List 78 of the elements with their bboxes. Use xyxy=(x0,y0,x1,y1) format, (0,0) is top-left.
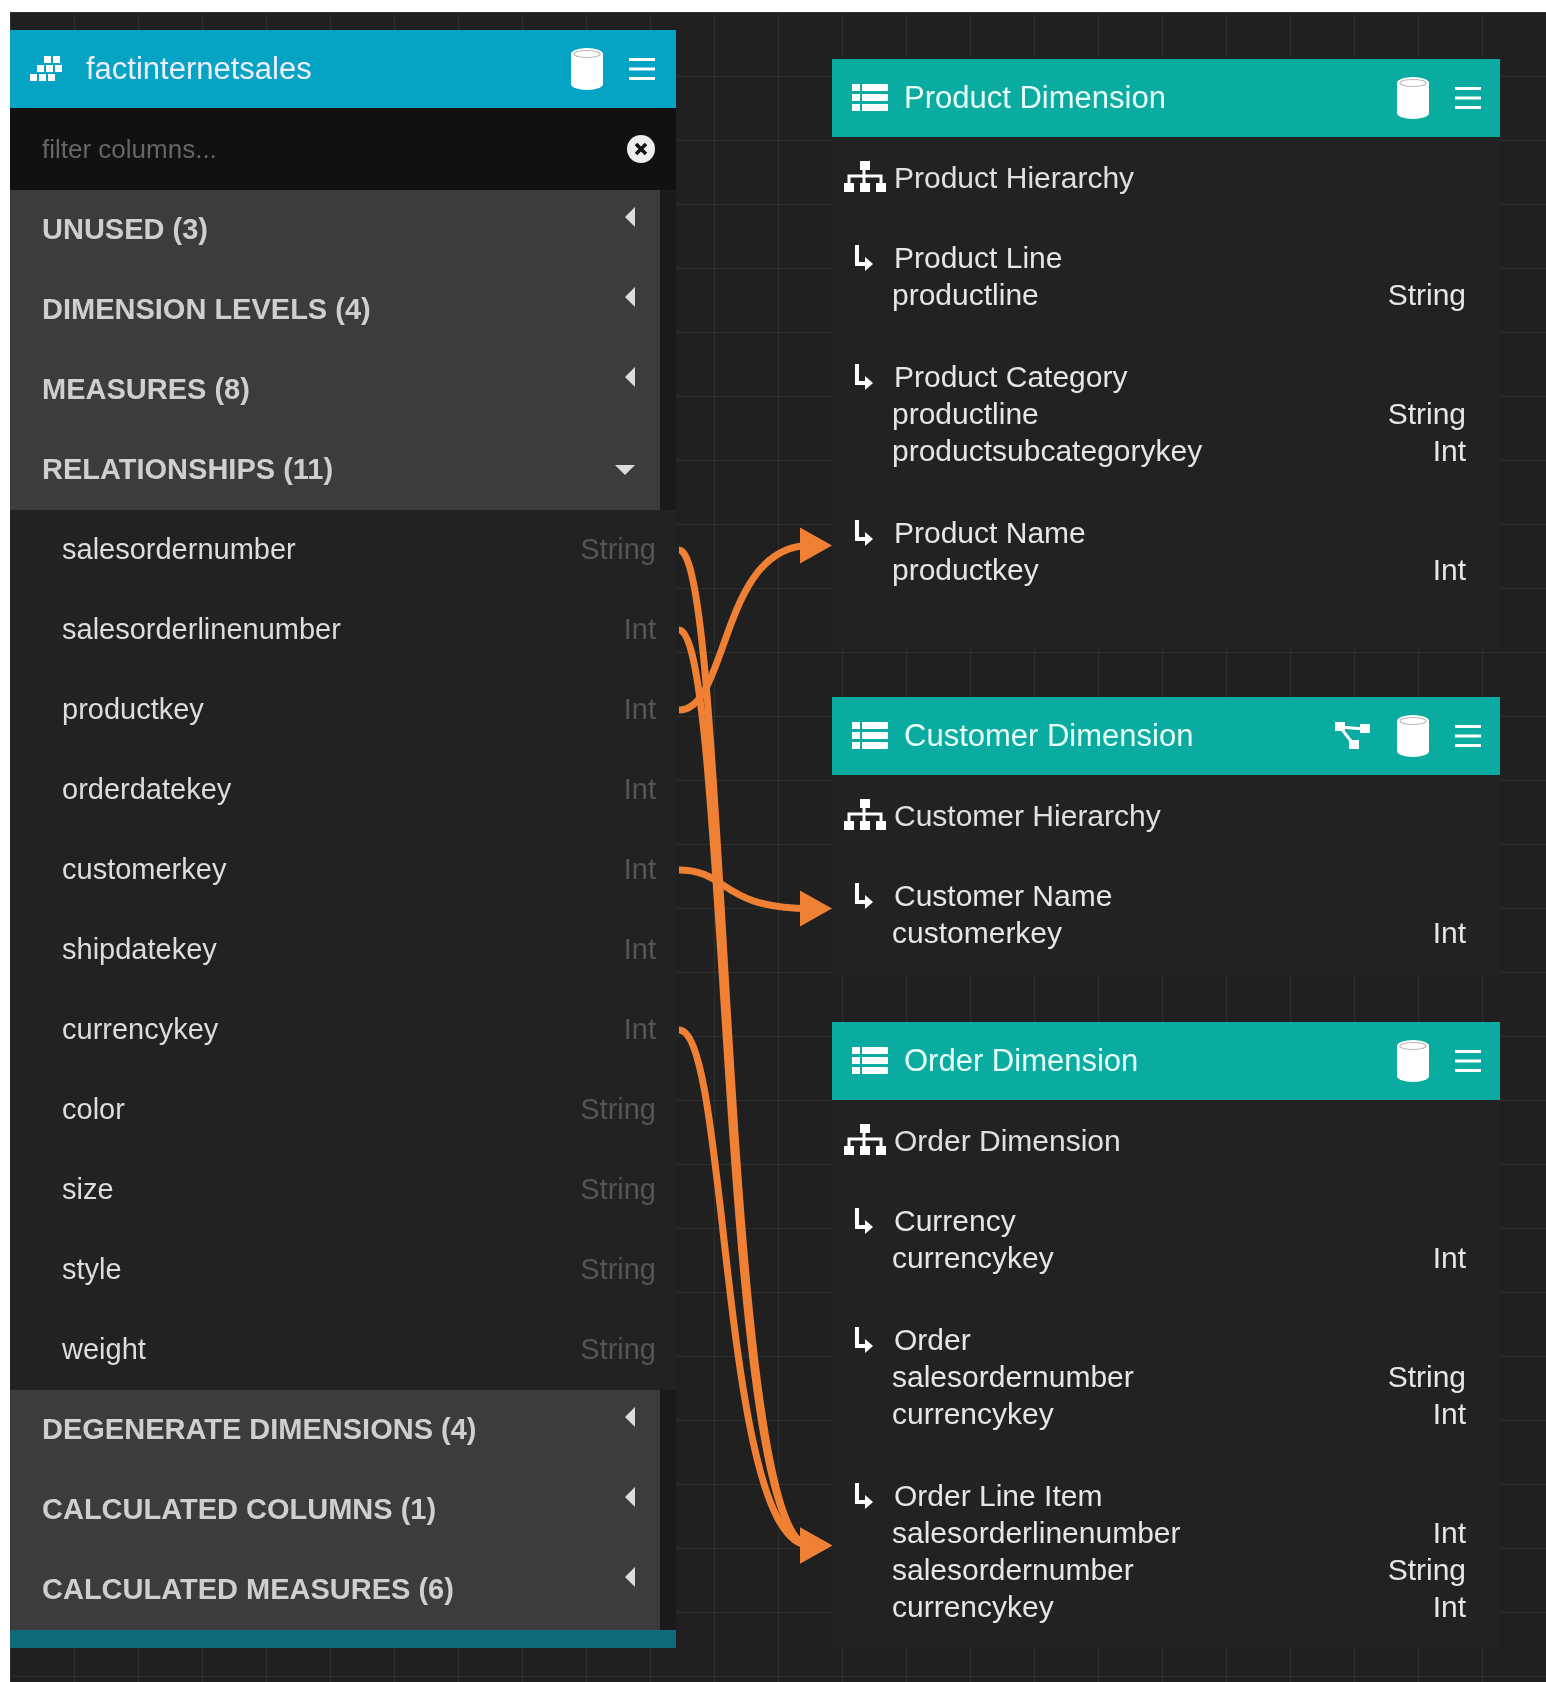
section-header[interactable]: RELATIONSHIPS (11) xyxy=(10,430,660,510)
column-name: productline xyxy=(892,277,1039,313)
turn-arrow-icon xyxy=(852,243,874,272)
column-type: Int xyxy=(1432,1396,1466,1432)
column-type: Int xyxy=(1432,1589,1466,1625)
column-name: orderdatekey xyxy=(62,772,232,808)
card-title: Customer Dimension xyxy=(904,716,1195,755)
section-header[interactable]: CALCULATED MEASURES (6) xyxy=(10,1550,660,1630)
level-name: Product Line xyxy=(894,240,1063,276)
caret-left-icon xyxy=(624,206,636,228)
column-name: weight xyxy=(62,1332,146,1368)
turn-arrow-icon xyxy=(852,881,874,910)
menu-icon[interactable] xyxy=(628,56,656,82)
column-type: String xyxy=(1387,1359,1466,1395)
section-header[interactable]: MEASURES (8) xyxy=(10,350,660,430)
section-header[interactable]: DEGENERATE DIMENSIONS (4) xyxy=(10,1390,660,1470)
caret-down-icon xyxy=(614,464,636,476)
column-name: productline xyxy=(892,396,1039,432)
column-name: productsubcategorykey xyxy=(892,433,1203,469)
level-name: Product Category xyxy=(894,359,1128,395)
column-name: style xyxy=(62,1252,122,1288)
clear-icon[interactable] xyxy=(626,134,656,164)
column-name: customerkey xyxy=(892,915,1063,951)
column-name: currencykey xyxy=(892,1396,1054,1432)
hierarchy-icon xyxy=(844,799,886,831)
column-name: shipdatekey xyxy=(62,932,217,968)
column-name: productkey xyxy=(62,692,204,728)
hierarchy-icon xyxy=(844,161,886,193)
column-name: salesordernumber xyxy=(62,532,296,568)
hierarchy-icon xyxy=(844,1124,886,1156)
column-name: salesordernumber xyxy=(892,1552,1134,1588)
level-name: Order xyxy=(894,1322,971,1358)
panel-title: factinternetsales xyxy=(86,49,313,88)
card-title: Product Dimension xyxy=(904,78,1167,117)
turn-arrow-icon xyxy=(852,1206,874,1235)
turn-arrow-icon xyxy=(852,362,874,391)
section-header[interactable]: UNUSED (3) xyxy=(10,190,660,270)
turn-arrow-icon xyxy=(852,1481,874,1510)
column-type: String xyxy=(1387,1552,1466,1588)
level-name: Currency xyxy=(894,1203,1016,1239)
column-name: productkey xyxy=(892,552,1039,588)
caret-left-icon xyxy=(624,1566,636,1588)
menu-icon[interactable] xyxy=(1454,723,1482,749)
caret-left-icon xyxy=(624,1486,636,1508)
column-name: salesorderlinenumber xyxy=(62,612,341,648)
column-type: Int xyxy=(1432,1515,1466,1551)
column-type: String xyxy=(1387,277,1466,313)
level-name: Customer Name xyxy=(894,878,1113,914)
column-type: Int xyxy=(1432,552,1466,588)
caret-left-icon xyxy=(624,286,636,308)
graph-icon[interactable] xyxy=(1334,721,1372,751)
menu-icon[interactable] xyxy=(1454,85,1482,111)
column-name: currencykey xyxy=(62,1012,219,1048)
turn-arrow-icon xyxy=(852,518,874,547)
caret-left-icon xyxy=(624,1406,636,1428)
column-type: Int xyxy=(1432,915,1466,951)
turn-arrow-icon xyxy=(852,1325,874,1354)
column-name: salesordernumber xyxy=(892,1359,1134,1395)
column-name: customerkey xyxy=(62,852,227,888)
column-name: currencykey xyxy=(892,1240,1054,1276)
caret-left-icon xyxy=(624,366,636,388)
hierarchy-name: Customer Hierarchy xyxy=(894,797,1161,834)
column-type: Int xyxy=(1432,1240,1466,1276)
menu-icon[interactable] xyxy=(1454,1048,1482,1074)
hierarchy-name: Order Dimension xyxy=(894,1122,1121,1159)
level-name: Product Name xyxy=(894,515,1086,551)
column-name: currencykey xyxy=(892,1589,1054,1625)
column-name: color xyxy=(62,1092,125,1128)
column-type: String xyxy=(1387,396,1466,432)
filter-field[interactable]: filter columns... xyxy=(10,108,676,190)
column-name: salesorderlinenumber xyxy=(892,1515,1181,1551)
card-title: Order Dimension xyxy=(904,1041,1140,1080)
section-header[interactable]: CALCULATED COLUMNS (1) xyxy=(10,1470,660,1550)
hierarchy-name: Product Hierarchy xyxy=(894,159,1135,196)
section-header[interactable]: DIMENSION LEVELS (4) xyxy=(10,270,660,350)
level-name: Order Line Item xyxy=(894,1478,1103,1514)
column-name: size xyxy=(62,1172,114,1208)
column-type: Int xyxy=(1432,433,1466,469)
